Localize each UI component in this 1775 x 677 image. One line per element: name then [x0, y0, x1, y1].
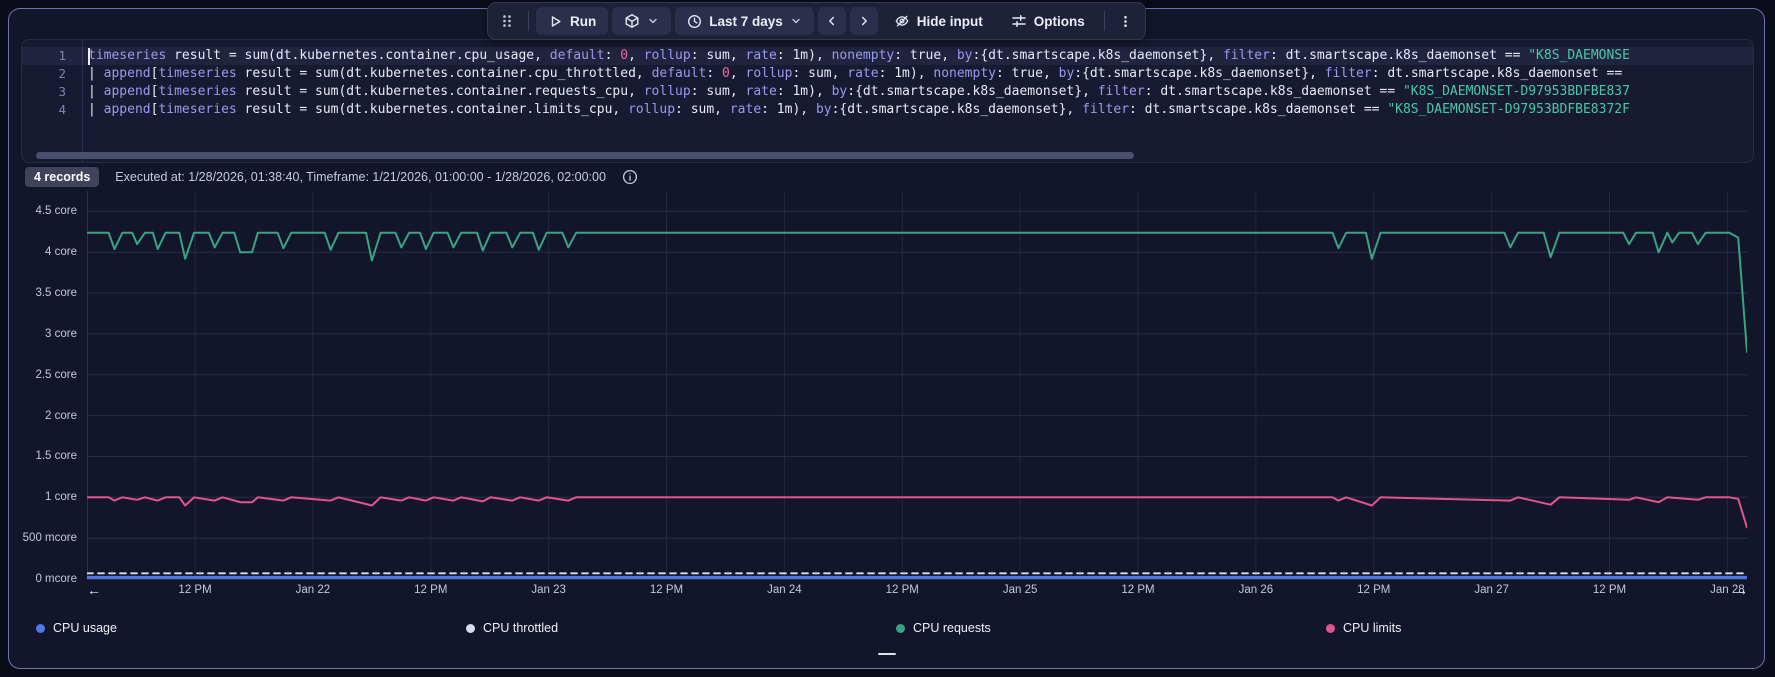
y-axis-label: 4.5 core: [35, 205, 77, 218]
code-text: | append[timeseries result = sum(dt.kube…: [88, 84, 1630, 99]
sliders-icon: [1011, 13, 1027, 29]
kebab-menu-icon: [1118, 14, 1133, 29]
x-axis-label: 12 PM: [178, 584, 212, 596]
x-axis-label: 12 PM: [414, 584, 448, 596]
toolbar-divider: [528, 11, 529, 31]
x-axis-label: 12 PM: [1592, 584, 1627, 596]
options-button[interactable]: Options: [999, 7, 1097, 35]
toolbar-divider: [1103, 11, 1105, 31]
x-axis-label: Jan 27: [1474, 584, 1509, 596]
section-type-button[interactable]: [612, 7, 672, 35]
y-axis-label: 3.5 core: [35, 287, 77, 300]
line-number: 2: [58, 66, 66, 81]
legend-item-cpu-usage[interactable]: CPU usage: [36, 621, 117, 635]
chevron-right-icon: [857, 14, 871, 28]
code-text: timeseries result = sum(dt.kubernetes.co…: [88, 48, 1630, 63]
execution-info-text: Executed at: 1/28/2026, 01:38:40, Timefr…: [115, 170, 606, 184]
records-count-badge: 4 records: [25, 167, 100, 187]
chart-legend: CPU usage CPU throttled CPU requests CPU li…: [9, 621, 1766, 647]
y-axis-label: 1.5 core: [35, 450, 77, 463]
drag-handle-icon: [499, 13, 515, 29]
y-axis-label: 0 mcore: [35, 573, 77, 585]
legend-color-dot: [466, 623, 475, 633]
legend-item-cpu-limits[interactable]: CPU limits: [1326, 621, 1401, 635]
info-icon[interactable]: [622, 169, 638, 185]
code-line[interactable]: 1 timeseries result = sum(dt.kubernetes.c…: [22, 47, 1753, 65]
x-axis-label: Jan 26: [1238, 584, 1274, 596]
clock-icon: [687, 14, 702, 29]
legend-color-dot: [896, 623, 905, 633]
code-line[interactable]: 2 | append[timeseries result = sum(dt.kub…: [22, 65, 1753, 83]
legend-item-cpu-requests[interactable]: CPU requests: [896, 621, 991, 635]
y-axis-label: 1 core: [45, 491, 77, 504]
code-line[interactable]: 3 | append[timeseries result = sum(dt.kub…: [22, 83, 1753, 101]
y-axis-label: 500 mcore: [22, 532, 77, 545]
legend-item-cpu-throttled[interactable]: CPU throttled: [466, 621, 558, 635]
legend-label: CPU limits: [1343, 621, 1402, 635]
y-axis-label: 3 core: [45, 327, 77, 340]
cell-toolbar: Run Last 7 days Hide input Options: [487, 2, 1146, 40]
results-bar: 4 records Executed at: 1/28/2026, 01:38:…: [25, 165, 638, 189]
cube-icon: [624, 13, 640, 29]
editor-horizontal-scrollbar: [30, 152, 1745, 159]
legend-color-dot: [1326, 623, 1335, 633]
options-label: Options: [1033, 13, 1085, 29]
more-actions-button[interactable]: [1112, 7, 1140, 35]
x-axis-label: 12 PM: [1357, 584, 1391, 596]
line-number: 4: [58, 102, 66, 117]
hide-input-button[interactable]: Hide input: [882, 7, 995, 35]
text-cursor: [88, 48, 90, 65]
x-axis-label: Jan 24: [767, 584, 802, 596]
x-axis-label: Jan 25: [1002, 584, 1038, 596]
y-axis-label: 4 core: [45, 246, 77, 259]
legend-label: CPU usage: [53, 621, 117, 635]
pan-left-arrow[interactable]: ←: [87, 581, 101, 599]
previous-timeframe-button[interactable]: [817, 7, 846, 35]
x-axis-label: 12 PM: [885, 584, 919, 596]
chevron-down-icon: [647, 15, 659, 27]
x-axis-label: 12 PM: [1121, 584, 1155, 596]
line-number: 1: [58, 48, 66, 63]
chevron-down-icon: [790, 15, 802, 27]
timeframe-button[interactable]: Last 7 days: [675, 7, 814, 35]
x-axis-label: Jan 22: [295, 584, 331, 596]
legend-color-dot: [36, 623, 45, 633]
x-axis-label: Jan 28: [1710, 584, 1745, 596]
chart-plot-svg[interactable]: [87, 191, 1747, 581]
timeframe-label: Last 7 days: [709, 13, 783, 29]
legend-label: CPU throttled: [483, 621, 559, 635]
run-button[interactable]: Run: [536, 7, 609, 35]
legend-label: CPU requests: [913, 621, 991, 635]
chevron-left-icon: [825, 14, 839, 28]
scrollbar-thumb[interactable]: [36, 152, 1134, 159]
code-text: | append[timeseries result = sum(dt.kube…: [88, 66, 1623, 81]
cell-resize-handle[interactable]: [877, 652, 896, 655]
next-timeframe-button[interactable]: [849, 7, 878, 35]
y-axis-label: 2.5 core: [35, 368, 77, 381]
run-button-label: Run: [570, 13, 597, 29]
drag-handle[interactable]: [493, 7, 521, 35]
eye-slash-icon: [894, 13, 910, 29]
play-icon: [548, 14, 563, 29]
hide-input-label: Hide input: [916, 13, 983, 29]
timeseries-chart[interactable]: 0 mcore 500 mcore 1 core 1.5 core 2 core 2.5 …: [9, 191, 1766, 613]
pan-right-arrow[interactable]: →: [1734, 581, 1748, 599]
code-text: | append[timeseries result = sum(dt.kube…: [88, 102, 1630, 117]
line-number: 3: [58, 84, 66, 99]
x-axis-label: Jan 23: [531, 584, 566, 596]
notebook-cell: Run Last 7 days Hide input Options 1 tim…: [8, 2, 1766, 669]
code-line[interactable]: 4 | append[timeseries result = sum(dt.kub…: [22, 101, 1753, 119]
code-area: 1 timeseries result = sum(dt.kubernetes.c…: [22, 47, 1753, 119]
query-editor[interactable]: 1 timeseries result = sum(dt.kubernetes.c…: [21, 39, 1754, 163]
x-axis-label: 12 PM: [649, 584, 684, 596]
y-axis-label: 2 core: [45, 409, 77, 422]
